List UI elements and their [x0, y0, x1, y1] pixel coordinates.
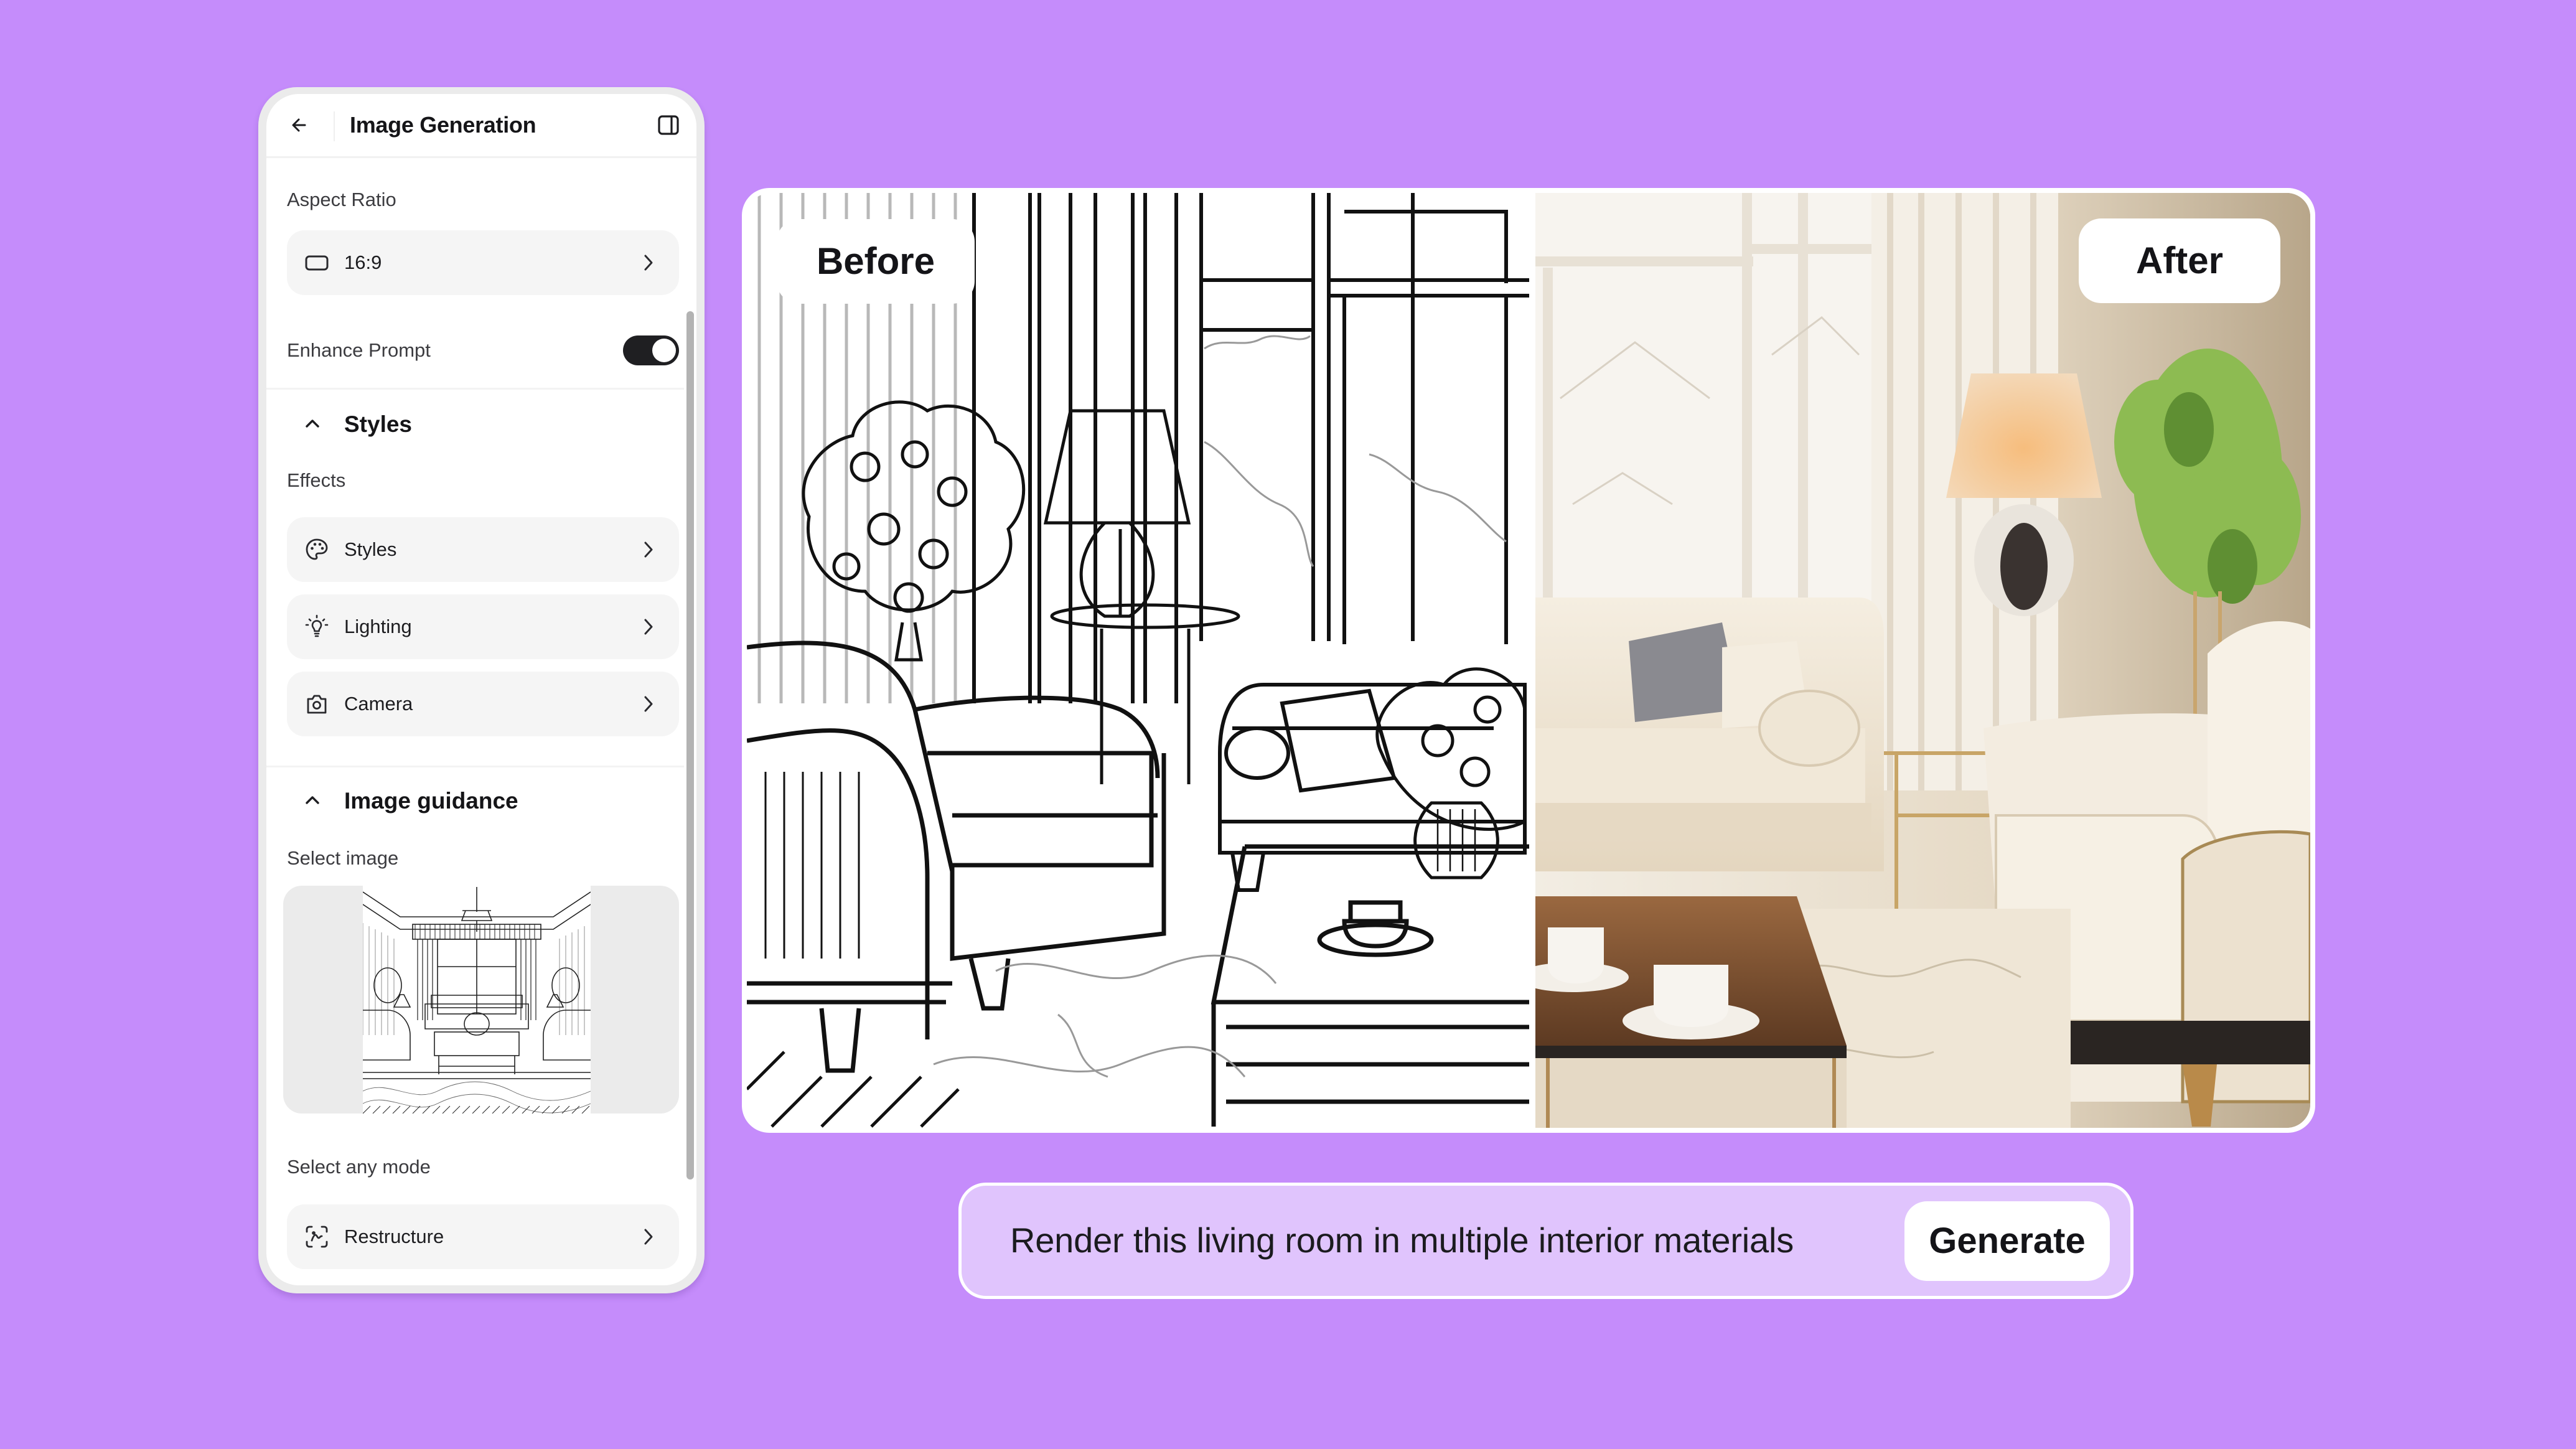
aspect-ratio-label: Aspect Ratio [287, 189, 396, 210]
prompt-bar: Render this living room in multiple inte… [958, 1183, 2133, 1299]
chevron-right-icon [642, 538, 655, 561]
panel-content: Image Generation Aspect Ratio 16:9 Enhan… [266, 94, 696, 1285]
prompt-input[interactable]: Render this living room in multiple inte… [1010, 1217, 1794, 1264]
chevron-right-icon [642, 1226, 655, 1248]
image-dropzone[interactable] [283, 886, 679, 1114]
before-label: Before [777, 219, 975, 304]
select-mode-label: Select any mode [287, 1156, 431, 1178]
chevron-up-icon [304, 793, 321, 807]
header-divider [334, 111, 335, 141]
enhance-prompt-toggle[interactable] [623, 335, 679, 365]
section-divider [266, 388, 684, 390]
aspect-ratio-select[interactable]: 16:9 [287, 230, 679, 295]
arrow-left-icon [292, 118, 306, 132]
before-image: Before [747, 193, 1529, 1128]
back-button[interactable] [286, 111, 314, 139]
select-image-label: Select image [287, 847, 399, 869]
camera-icon [304, 692, 329, 716]
chevron-right-icon [642, 251, 655, 274]
rendered-living-room [1535, 193, 2310, 1128]
mode-select-value: Restructure [344, 1226, 444, 1247]
sidebar-panel-icon [658, 115, 679, 135]
styles-option-label: Styles [344, 538, 397, 560]
camera-option[interactable]: Camera [287, 672, 679, 736]
palette-icon [304, 537, 329, 562]
panel-title: Image Generation [350, 112, 536, 138]
after-label: After [2079, 218, 2280, 303]
sidebar-toggle-button[interactable] [657, 115, 680, 136]
generate-button[interactable]: Generate [1904, 1201, 2110, 1281]
rectangle-icon [304, 250, 329, 275]
panel-scrollbar[interactable] [686, 311, 694, 1179]
lightbulb-icon [304, 614, 329, 639]
panel-header: Image Generation [266, 94, 696, 158]
chevron-right-icon [642, 616, 655, 638]
guidance-thumbnail[interactable] [363, 886, 591, 1114]
image-guidance-section-title: Image guidance [344, 788, 518, 814]
styles-option[interactable]: Styles [287, 517, 679, 582]
scan-face-icon [304, 1224, 329, 1249]
aspect-ratio-value: 16:9 [344, 251, 382, 273]
lighting-option[interactable]: Lighting [287, 594, 679, 659]
mode-select[interactable]: Restructure [287, 1204, 679, 1269]
before-after-comparison: Before After [742, 188, 2315, 1133]
effects-label: Effects [287, 469, 346, 491]
section-divider [266, 766, 684, 767]
lighting-option-label: Lighting [344, 616, 412, 637]
camera-option-label: Camera [344, 693, 413, 715]
living-room-sketch-thumbnail [363, 887, 591, 1114]
chevron-up-icon [304, 416, 321, 430]
image-generation-panel: Image Generation Aspect Ratio 16:9 Enhan… [258, 87, 705, 1293]
after-image: After [1535, 193, 2310, 1128]
enhance-prompt-label: Enhance Prompt [287, 339, 431, 361]
line-drawing-living-room [747, 193, 1529, 1128]
styles-section-title: Styles [344, 411, 413, 437]
chevron-right-icon [642, 693, 655, 715]
toggle-knob [652, 339, 676, 362]
